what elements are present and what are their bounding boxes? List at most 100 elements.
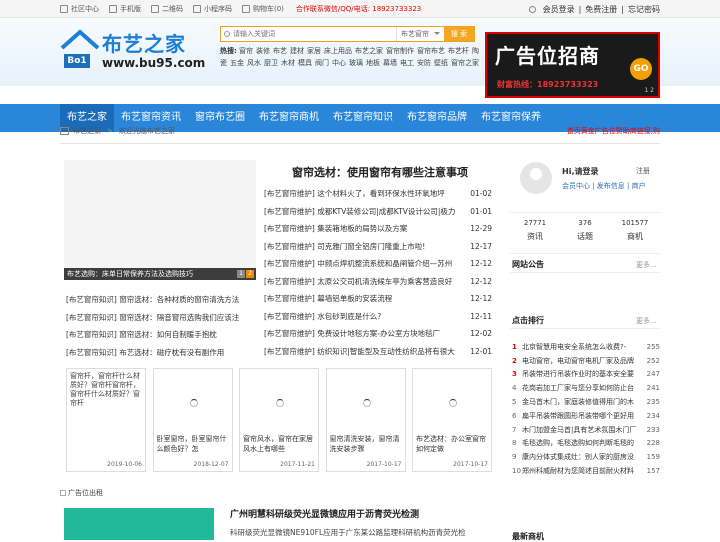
search-input[interactable]: [221, 27, 396, 41]
ad-placeholder[interactable]: 广告位出租: [60, 488, 103, 498]
hot-word[interactable]: 装修: [256, 47, 270, 55]
rank-more-link[interactable]: 更多...: [636, 316, 657, 326]
list-item[interactable]: [布艺窗帘维护] 水包砂到底是什么? 12-11: [264, 308, 492, 326]
list-item[interactable]: [布艺窗帘维护] 太原公交司机清洗候车亭为乘客营造良好 12-12: [264, 273, 492, 291]
user-links[interactable]: 会员中心 | 发布信息 | 商户: [562, 181, 646, 191]
register-link[interactable]: 免费注册: [585, 4, 617, 15]
list-item[interactable]: [布艺窗帘维护] 幕墙铝单板的安装流程 12-12: [264, 290, 492, 308]
hot-word[interactable]: 地板: [366, 59, 380, 67]
rank-item[interactable]: 8 毛毯选购，毛毯选购如何判断毛毯的 228: [512, 437, 660, 451]
hot-word[interactable]: 布艺杆: [448, 47, 469, 55]
news-thumbnail[interactable]: [64, 508, 214, 540]
register-link[interactable]: 注册: [636, 166, 650, 176]
rank-item[interactable]: 5 金马首木门，家庭装修值得用门的木 235: [512, 395, 660, 409]
list-item[interactable]: [布艺窗帘知识] 布艺选材：磁疗枕有没有副作用: [66, 344, 262, 362]
hot-word[interactable]: 窗帘布艺: [417, 47, 445, 55]
phone-icon: [109, 5, 117, 13]
hot-word[interactable]: 阀门: [315, 59, 329, 67]
cart-link[interactable]: 购物车(0): [242, 4, 284, 14]
community-link[interactable]: 社区中心: [60, 4, 99, 14]
banner-pager[interactable]: 1 2: [644, 87, 654, 94]
forgot-password-link[interactable]: 忘记密码: [628, 4, 660, 15]
hot-word[interactable]: 幕墙: [383, 59, 397, 67]
mobile-link[interactable]: 手机版: [109, 4, 141, 14]
section-title-newest: 最新商机: [512, 532, 544, 541]
hot-word[interactable]: 床上用品: [324, 47, 352, 55]
qrcode-link[interactable]: 二维码: [151, 4, 183, 14]
hotline: 合作联系微信/QQ/电话: 18923733323: [295, 5, 422, 13]
hot-word[interactable]: 窗帘之家: [451, 59, 479, 67]
rank-item[interactable]: 2 电动窗帘，电动窗帘电机厂家及品牌 252: [512, 354, 660, 368]
list-item[interactable]: [布艺窗帘知识] 窗帘选材：如何自制暖手抱枕: [66, 326, 262, 344]
search-button[interactable]: 搜 索: [444, 27, 474, 41]
ad-banner[interactable]: 广告位招商 GO 财富热线：18923733323 1 2: [485, 32, 660, 98]
slide-caption[interactable]: 布艺选购：床单日常保养方法及选购技巧: [64, 268, 256, 280]
news-list: [布艺窗帘维护] 这个材料火了，看到环保水性环氧地坪 01-02 [布艺窗帘维护]…: [264, 185, 492, 360]
breadcrumb: 布艺之家 > 欢迎光临布艺之家 首页黄金广告位赞助商链接,购: [60, 122, 660, 140]
hot-word[interactable]: 五金: [230, 59, 244, 67]
section-title-rank: 点击排行: [512, 316, 544, 325]
image-card[interactable]: 卧室窗帘，卧室窗帘什么颜色好？怎 2018-12-07: [152, 368, 233, 472]
list-item[interactable]: [布艺窗帘维护] 中频点焊机整流系统和晶闸管介绍—苏州 12-12: [264, 255, 492, 273]
hot-word[interactable]: 家居: [307, 47, 321, 55]
search-box: 布艺窗帘 搜 索: [220, 26, 475, 42]
loading-spinner-icon: [449, 399, 457, 407]
stat-topics[interactable]: 376 话题: [560, 213, 610, 253]
rank-item[interactable]: 3 吊装带进行吊装作业时的基本安全要 247: [512, 368, 660, 382]
hot-word[interactable]: 风水: [247, 59, 261, 67]
notice-more-link[interactable]: 更多...: [636, 260, 657, 270]
login-link[interactable]: 会员登录: [543, 4, 575, 15]
image-card[interactable]: 窗帘清洗安装，窗帘清洗安装步骤 2017-10-17: [325, 368, 406, 472]
avatar[interactable]: [520, 162, 552, 194]
hot-word[interactable]: 厨卫: [264, 59, 278, 67]
home-icon: [60, 5, 68, 13]
hot-word[interactable]: 壁纸: [434, 59, 448, 67]
hot-keywords: 热搜: 窗帘 装修 布艺 建材 家居 床上用品 布艺之家 窗帘制作 窗帘布艺 布艺杆 陶瓷 五金 风水厨…: [220, 47, 480, 67]
slide-page-1[interactable]: 1: [237, 270, 245, 278]
site-logo[interactable]: 布艺之家 Bo1 www.bu95.com: [60, 26, 210, 82]
headline-title[interactable]: 窗帘选材：使用窗帘有哪些注意事项: [264, 164, 496, 180]
miniprogram-link[interactable]: 小程序码: [193, 4, 232, 14]
hot-word[interactable]: 电工: [400, 59, 414, 67]
stat-business[interactable]: 101577 商机: [610, 213, 660, 253]
list-item[interactable]: [布艺窗帘知识] 窗帘选材：隔音窗帘选购我们应该注: [66, 309, 262, 327]
image-card[interactable]: 窗帘风水，窗帘在家居风水上有哪些 2017-11-21: [239, 368, 319, 472]
rank-item[interactable]: 10 郑州科威耐材为您简述目前耐火材料 157: [512, 464, 660, 478]
hot-word[interactable]: 安防: [417, 59, 431, 67]
list-item[interactable]: [布艺窗帘维护] 集装箱地板的局势以及方案 12-29: [264, 220, 492, 238]
rank-item[interactable]: 6 扁平吊装带跟圆形吊装带哪个更好用 234: [512, 409, 660, 423]
rank-item[interactable]: 4 花岗岩加工厂家与您分享如何防止台 241: [512, 381, 660, 395]
search-icon: [224, 31, 230, 37]
hot-word[interactable]: 中心: [332, 59, 346, 67]
hot-word[interactable]: 窗帘: [239, 47, 253, 55]
featured-slideshow[interactable]: 布艺选购：床单日常保养方法及选购技巧 1 2: [64, 160, 256, 280]
list-item[interactable]: [布艺窗帘知识] 窗帘选材：各种材质的窗帘清洗方法: [66, 291, 262, 309]
rank-item[interactable]: 7 木门加盟金马首|具有艺术氛围木门厂 233: [512, 423, 660, 437]
list-item[interactable]: [布艺窗帘维护] 这个材料火了，看到环保水性环氧地坪 01-02: [264, 185, 492, 203]
hot-word[interactable]: 建材: [290, 47, 304, 55]
news-headline[interactable]: 广州明慧科研级荧光显微镜应用于沥青荧光检测: [230, 507, 419, 520]
image-card[interactable]: 窗帘杆，窗帘杆什么材质好？窗帘杆窗帘杆，窗帘杆什么材质好？窗帘杆 2019-10…: [66, 368, 146, 472]
list-item[interactable]: [布艺窗帘维护] 纺织知识|智能型及互动性纺织品将有很大 12-01: [264, 343, 492, 361]
rank-list: 1 北京智慧用电安全系统怎么收费?- 255 2 电动窗帘，电动窗帘电机厂家及品牌 25…: [512, 340, 660, 478]
hot-word[interactable]: 木材: [281, 59, 295, 67]
list-item[interactable]: [布艺窗帘维护] 成都KTV装修公司|成都KTV设计公司|极力 01-01: [264, 203, 492, 221]
sponsor-notice[interactable]: 首页黄金广告位赞助商链接,购: [567, 126, 660, 136]
image-card[interactable]: 布艺选材：办公室窗帘如何定做 2017-10-17: [412, 368, 492, 472]
list-item[interactable]: [布艺窗帘维护] 司克雅门窗全铝房门隆重上市啦! 12-17: [264, 238, 492, 256]
rank-item[interactable]: 9 康内分体式集成灶：别人家的厨房没 159: [512, 450, 660, 464]
breadcrumb-home[interactable]: 布艺之家: [73, 126, 101, 136]
rank-item[interactable]: 1 北京智慧用电安全系统怎么收费?- 255: [512, 340, 660, 354]
hot-word[interactable]: 模具: [298, 59, 312, 67]
hot-word[interactable]: 玻璃: [349, 59, 363, 67]
hot-word[interactable]: 窗帘制作: [386, 47, 414, 55]
slide-page-2[interactable]: 2: [246, 270, 254, 278]
list-item[interactable]: [布艺窗帘维护] 免费设计地毯方案-办公室方块地毯厂 12-02: [264, 325, 492, 343]
knowledge-list: [布艺窗帘知识] 窗帘选材：各种材质的窗帘清洗方法 [布艺窗帘知识] 窗帘选材：…: [66, 291, 262, 361]
image-cards: 窗帘杆，窗帘杆什么材质好？窗帘杆窗帘杆，窗帘杆什么材质好？窗帘杆 2019-10…: [66, 368, 492, 472]
search-category-select[interactable]: 布艺窗帘: [396, 27, 444, 41]
stat-news[interactable]: 27771 资讯: [510, 213, 560, 253]
login-prompt[interactable]: Hi,请登录: [562, 166, 598, 177]
hot-word[interactable]: 布艺: [273, 47, 287, 55]
hot-word[interactable]: 布艺之家: [355, 47, 383, 55]
